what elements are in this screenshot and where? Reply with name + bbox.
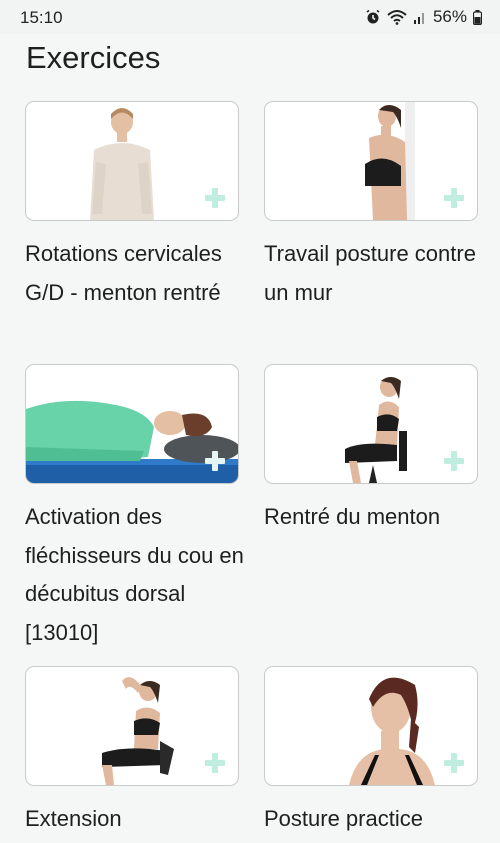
exercise-card[interactable]: Rotations cervicales G/D - menton rentré [25,101,265,312]
battery-icon [473,9,482,25]
wifi-icon [387,9,407,25]
exercise-title[interactable]: Rentré du menton [264,498,488,537]
exercise-title[interactable]: Extension [25,800,249,839]
exercise-card[interactable]: Rentré du menton [264,364,500,537]
status-bar: 15:10 56% [0,0,500,34]
status-icons: 56% [365,7,482,27]
alarm-icon [365,9,381,25]
exercise-title[interactable]: Posture practice [264,800,488,839]
exercise-thumbnail[interactable] [264,101,478,221]
exercise-thumbnail[interactable] [25,364,239,484]
add-icon[interactable] [444,188,464,208]
status-time: 15:10 [20,8,63,27]
add-icon[interactable] [205,451,225,471]
add-icon[interactable] [444,451,464,471]
exercise-thumbnail[interactable] [264,364,478,484]
exercise-title[interactable]: Travail posture contre un mur [264,235,488,312]
add-icon[interactable] [205,753,225,773]
exercise-card[interactable]: Extension [25,666,265,839]
exercise-thumbnail[interactable] [264,666,478,786]
exercise-card[interactable]: Travail posture contre un mur [264,101,500,312]
exercise-title[interactable]: Rotations cervicales G/D - menton rentré [25,235,249,312]
add-icon[interactable] [205,188,225,208]
page-title: Exercices [26,40,161,75]
battery-percent: 56% [432,7,467,26]
exercise-thumbnail[interactable] [25,101,239,221]
exercise-card[interactable]: Activation des fléchisseurs du cou en dé… [25,364,265,652]
add-icon[interactable] [444,753,464,773]
exercise-card[interactable]: Posture practice [264,666,500,839]
exercise-title[interactable]: Activation des fléchisseurs du cou en dé… [25,498,249,652]
signal-icon [413,9,427,25]
exercise-thumbnail[interactable] [25,666,239,786]
